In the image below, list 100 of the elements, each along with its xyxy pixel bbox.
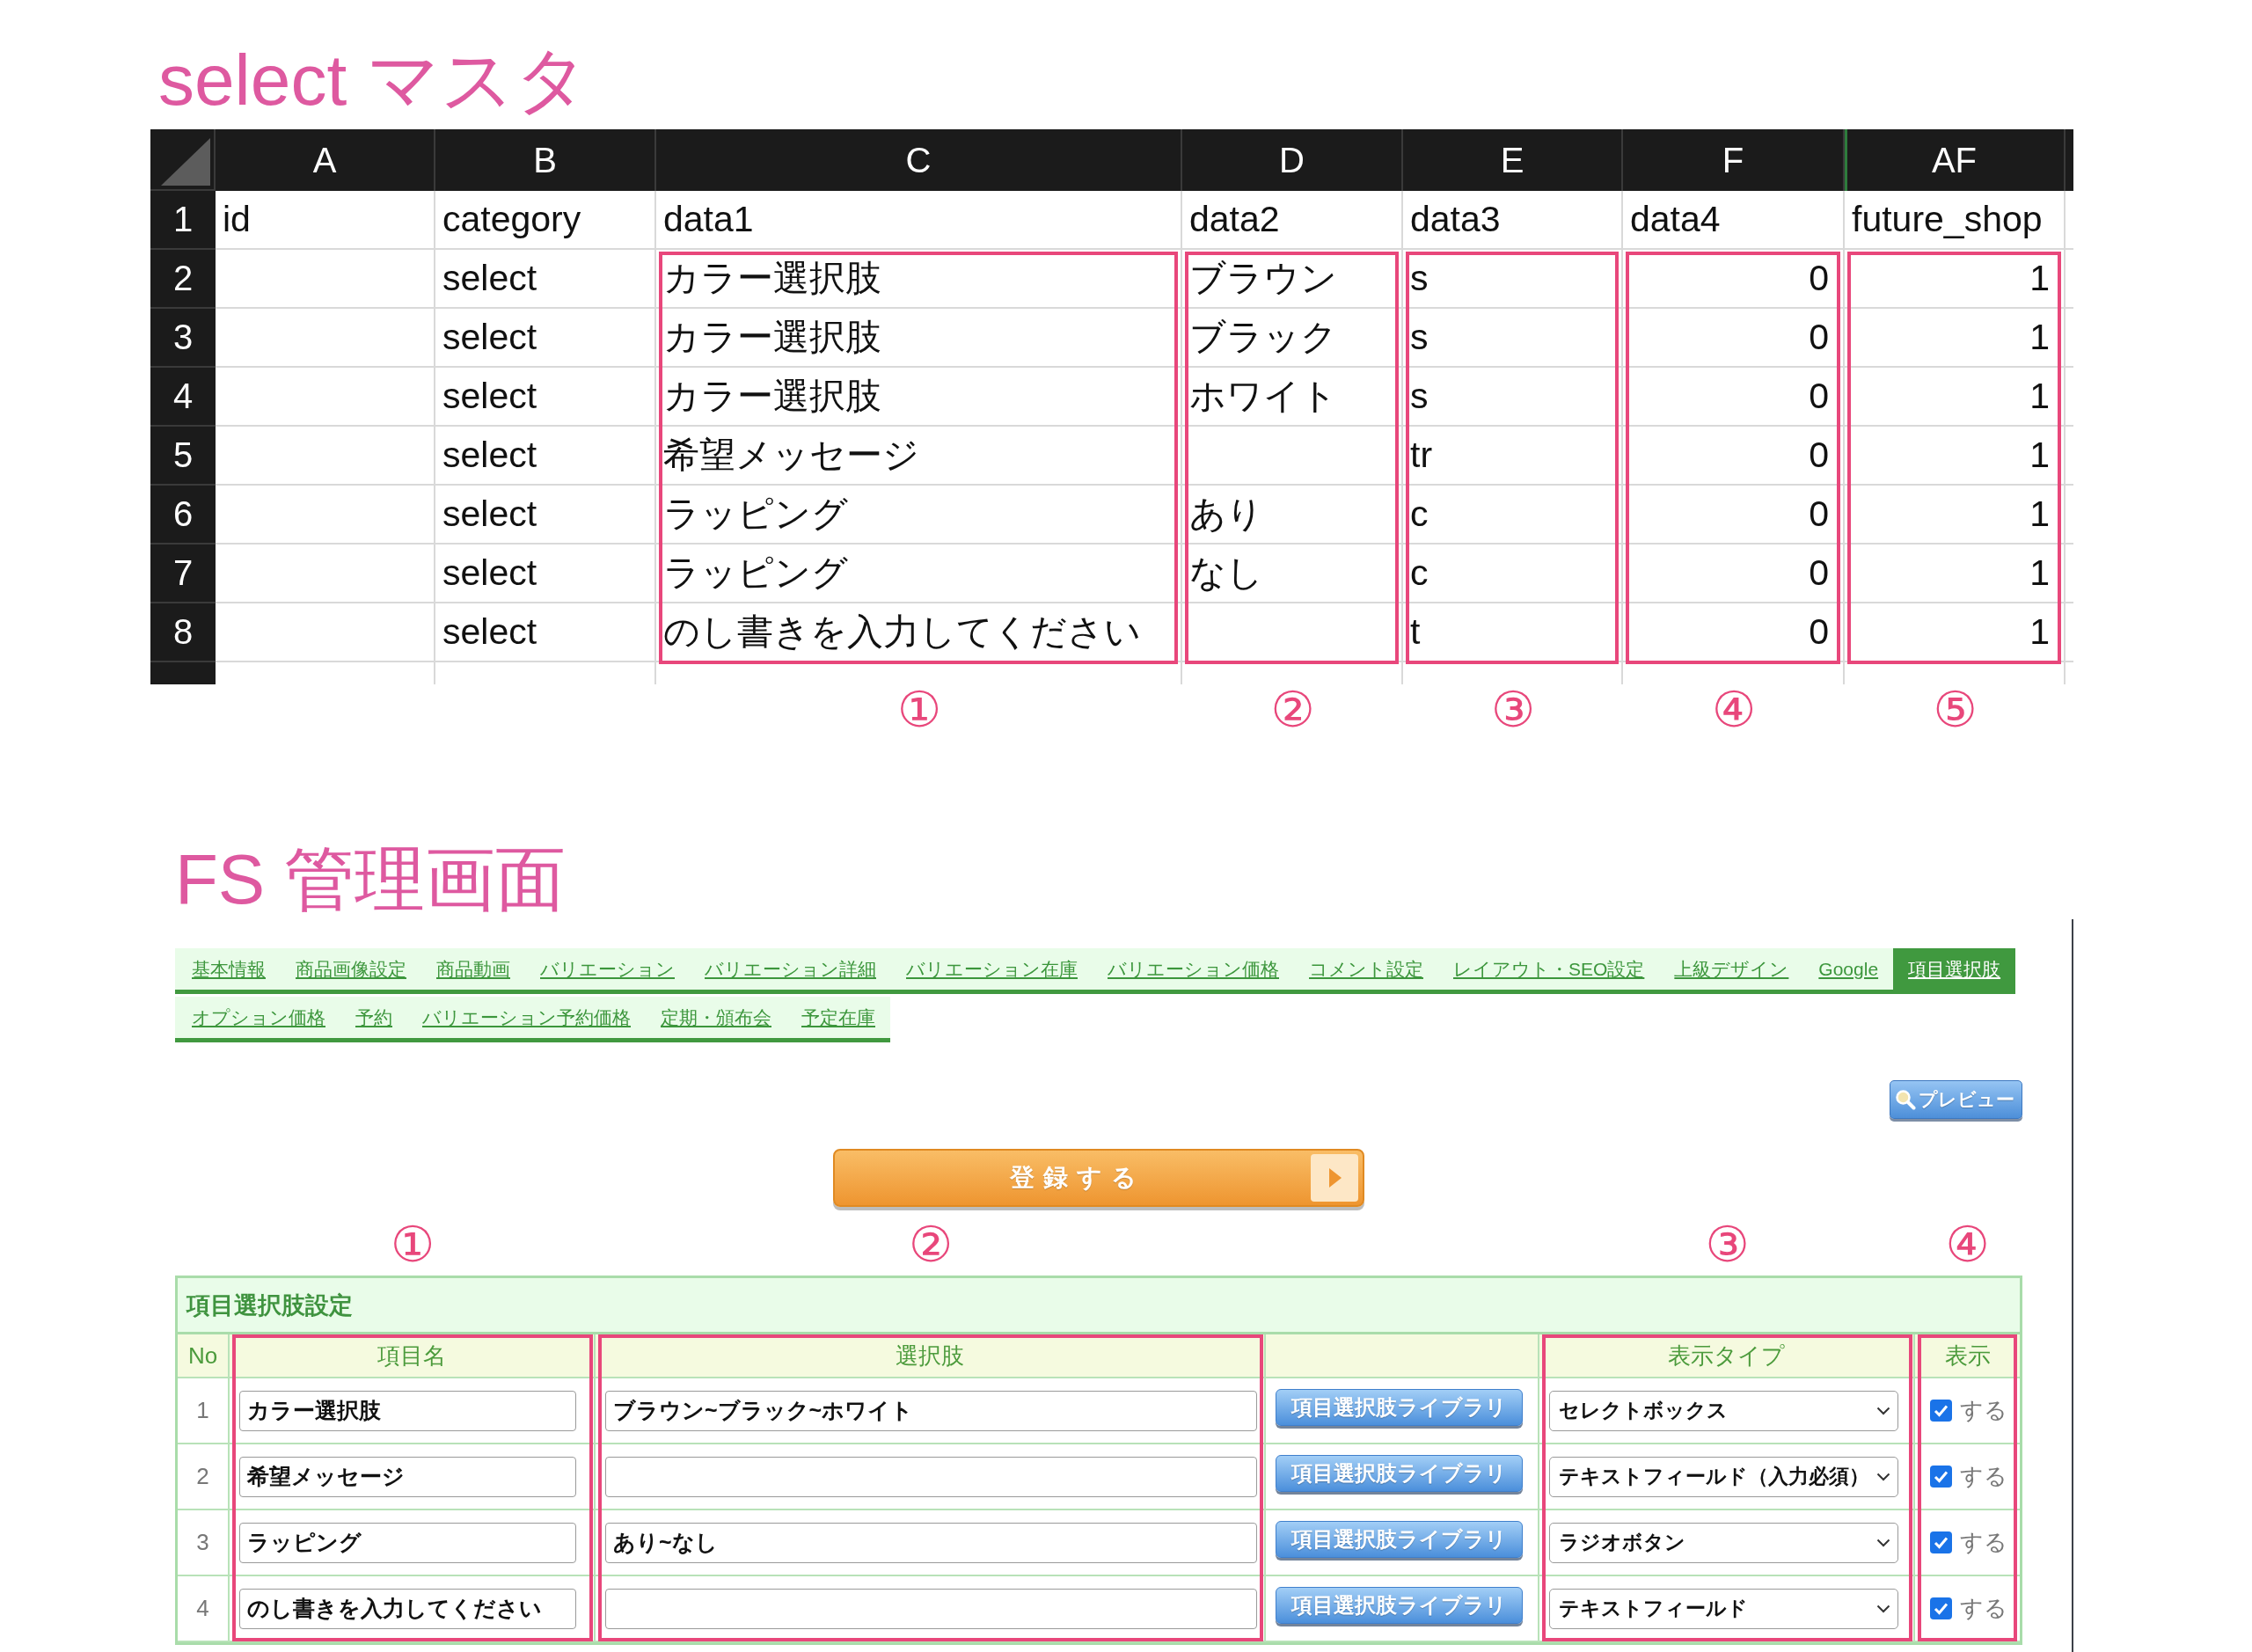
sheet-cell[interactable]: 0	[1623, 368, 1845, 427]
tab[interactable]: バリエーション予約価格	[407, 997, 646, 1038]
sheet-cell[interactable]: 1	[1845, 545, 2066, 603]
sheet-cell[interactable]: ブラウン	[1182, 250, 1403, 309]
sheet-cell[interactable]: tr	[1403, 427, 1623, 486]
sheet-cell[interactable]	[1182, 427, 1403, 486]
sheet-cell[interactable]: s	[1403, 368, 1623, 427]
column-header[interactable]: C	[656, 129, 1182, 191]
sheet-cell[interactable]: ホワイト	[1182, 368, 1403, 427]
input-field[interactable]: あり~なし	[605, 1522, 1257, 1563]
dropdown[interactable]: セレクトボックス	[1549, 1390, 1898, 1431]
tab[interactable]: バリエーション詳細	[690, 948, 891, 990]
sheet-cell[interactable]: data4	[1623, 191, 1845, 250]
sheet-cell[interactable]: ラッピング	[656, 486, 1182, 545]
tab[interactable]: オプション価格	[177, 997, 340, 1038]
sheet-cell[interactable]: data1	[656, 191, 1182, 250]
sheet-cell[interactable]: カラー選択肢	[656, 250, 1182, 309]
sheet-cell[interactable]: select	[435, 368, 656, 427]
sheet-cell[interactable]: あり	[1182, 486, 1403, 545]
sheet-cell[interactable]: なし	[1182, 545, 1403, 603]
input-field[interactable]: カラー選択肢	[239, 1390, 576, 1431]
sheet-cell[interactable]: 1	[1845, 250, 2066, 309]
sheet-cell[interactable]: 1	[1845, 486, 2066, 545]
column-header[interactable]: A	[216, 129, 435, 191]
sheet-cell[interactable]: 1	[1845, 309, 2066, 368]
checkbox[interactable]	[1930, 1531, 1952, 1553]
sheet-cell[interactable]: ブラック	[1182, 309, 1403, 368]
sheet-cell[interactable]	[216, 486, 435, 545]
tab[interactable]: バリエーション	[525, 948, 690, 990]
tab[interactable]: 項目選択肢	[1893, 948, 2016, 990]
sheet-cell[interactable]: 0	[1623, 603, 1845, 662]
column-header[interactable]: AF	[1845, 129, 2066, 191]
sheet-cell[interactable]: category	[435, 191, 656, 250]
sheet-cell[interactable]: ラッピング	[656, 545, 1182, 603]
sheet-cell[interactable]	[216, 427, 435, 486]
sheet-cell[interactable]: id	[216, 191, 435, 250]
row-header[interactable]: 2	[150, 250, 216, 309]
row-header[interactable]: 4	[150, 368, 216, 427]
row-header[interactable]	[150, 662, 216, 684]
input-field[interactable]: ラッピング	[239, 1522, 576, 1563]
sheet-cell[interactable]: data3	[1403, 191, 1623, 250]
corner-triangle-icon[interactable]	[161, 138, 210, 186]
sheet-cell[interactable]: select	[435, 309, 656, 368]
tab[interactable]: バリエーション価格	[1093, 948, 1294, 990]
dropdown[interactable]: ラジオボタン	[1549, 1522, 1898, 1563]
sheet-cell[interactable]: 0	[1623, 427, 1845, 486]
tab[interactable]: バリエーション在庫	[891, 948, 1093, 990]
row-header[interactable]: 7	[150, 545, 216, 603]
sheet-cell[interactable]	[216, 368, 435, 427]
sheet-cell[interactable]: c	[1403, 545, 1623, 603]
sheet-cell[interactable]	[216, 250, 435, 309]
sheet-cell[interactable]: t	[1403, 603, 1623, 662]
column-header[interactable]: D	[1182, 129, 1403, 191]
sheet-cell[interactable]: カラー選択肢	[656, 368, 1182, 427]
dropdown[interactable]: テキストフィールド	[1549, 1588, 1898, 1629]
dropdown[interactable]: テキストフィールド（入力必須）	[1549, 1456, 1898, 1497]
row-header[interactable]: 5	[150, 427, 216, 486]
sheet-cell[interactable]: select	[435, 427, 656, 486]
column-header[interactable]: B	[435, 129, 656, 191]
sheet-cell[interactable]: 0	[1623, 545, 1845, 603]
sheet-cell[interactable]: 0	[1623, 250, 1845, 309]
sheet-cell[interactable]: 希望メッセージ	[656, 427, 1182, 486]
row-header[interactable]: 8	[150, 603, 216, 662]
sheet-cell[interactable]: 1	[1845, 427, 2066, 486]
sheet-cell[interactable]	[216, 545, 435, 603]
sheet-cell[interactable]: カラー選択肢	[656, 309, 1182, 368]
row-header[interactable]: 1	[150, 191, 216, 250]
input-field[interactable]: のし書きを入力してください	[239, 1588, 576, 1629]
column-header[interactable]: E	[1403, 129, 1623, 191]
checkbox[interactable]	[1930, 1400, 1952, 1422]
sheet-cell[interactable]: 1	[1845, 603, 2066, 662]
sheet-cell[interactable]: s	[1403, 250, 1623, 309]
sheet-cell[interactable]: select	[435, 250, 656, 309]
tab[interactable]: 商品動画	[421, 948, 525, 990]
sheet-cell[interactable]: future_shop	[1845, 191, 2066, 250]
sheet-cell[interactable]: のし書きを入力してください	[656, 603, 1182, 662]
column-header[interactable]: F	[1623, 129, 1845, 191]
input-field[interactable]: 希望メッセージ	[239, 1456, 576, 1497]
sheet-cell[interactable]	[216, 309, 435, 368]
input-field[interactable]	[605, 1456, 1257, 1497]
tab[interactable]: 予約	[340, 997, 407, 1038]
sheet-cell[interactable]: select	[435, 486, 656, 545]
input-field[interactable]: ブラウン~ブラック~ホワイト	[605, 1390, 1257, 1431]
tab[interactable]: 商品画像設定	[281, 948, 421, 990]
sheet-cell[interactable]: 0	[1623, 486, 1845, 545]
input-field[interactable]	[605, 1588, 1257, 1629]
row-header[interactable]: 3	[150, 309, 216, 368]
tab[interactable]: コメント設定	[1294, 948, 1438, 990]
tab[interactable]: 定期・頒布会	[646, 997, 786, 1038]
sheet-cell[interactable]: s	[1403, 309, 1623, 368]
row-header[interactable]: 6	[150, 486, 216, 545]
column-header[interactable]	[2066, 129, 2073, 191]
sheet-cell[interactable]: data2	[1182, 191, 1403, 250]
sheet-cell[interactable]: 0	[1623, 309, 1845, 368]
sheet-cell[interactable]	[216, 603, 435, 662]
sheet-cell[interactable]	[1182, 603, 1403, 662]
sheet-cell[interactable]: c	[1403, 486, 1623, 545]
sheet-cell[interactable]: select	[435, 545, 656, 603]
sheet-cell[interactable]: select	[435, 603, 656, 662]
checkbox[interactable]	[1930, 1597, 1952, 1619]
